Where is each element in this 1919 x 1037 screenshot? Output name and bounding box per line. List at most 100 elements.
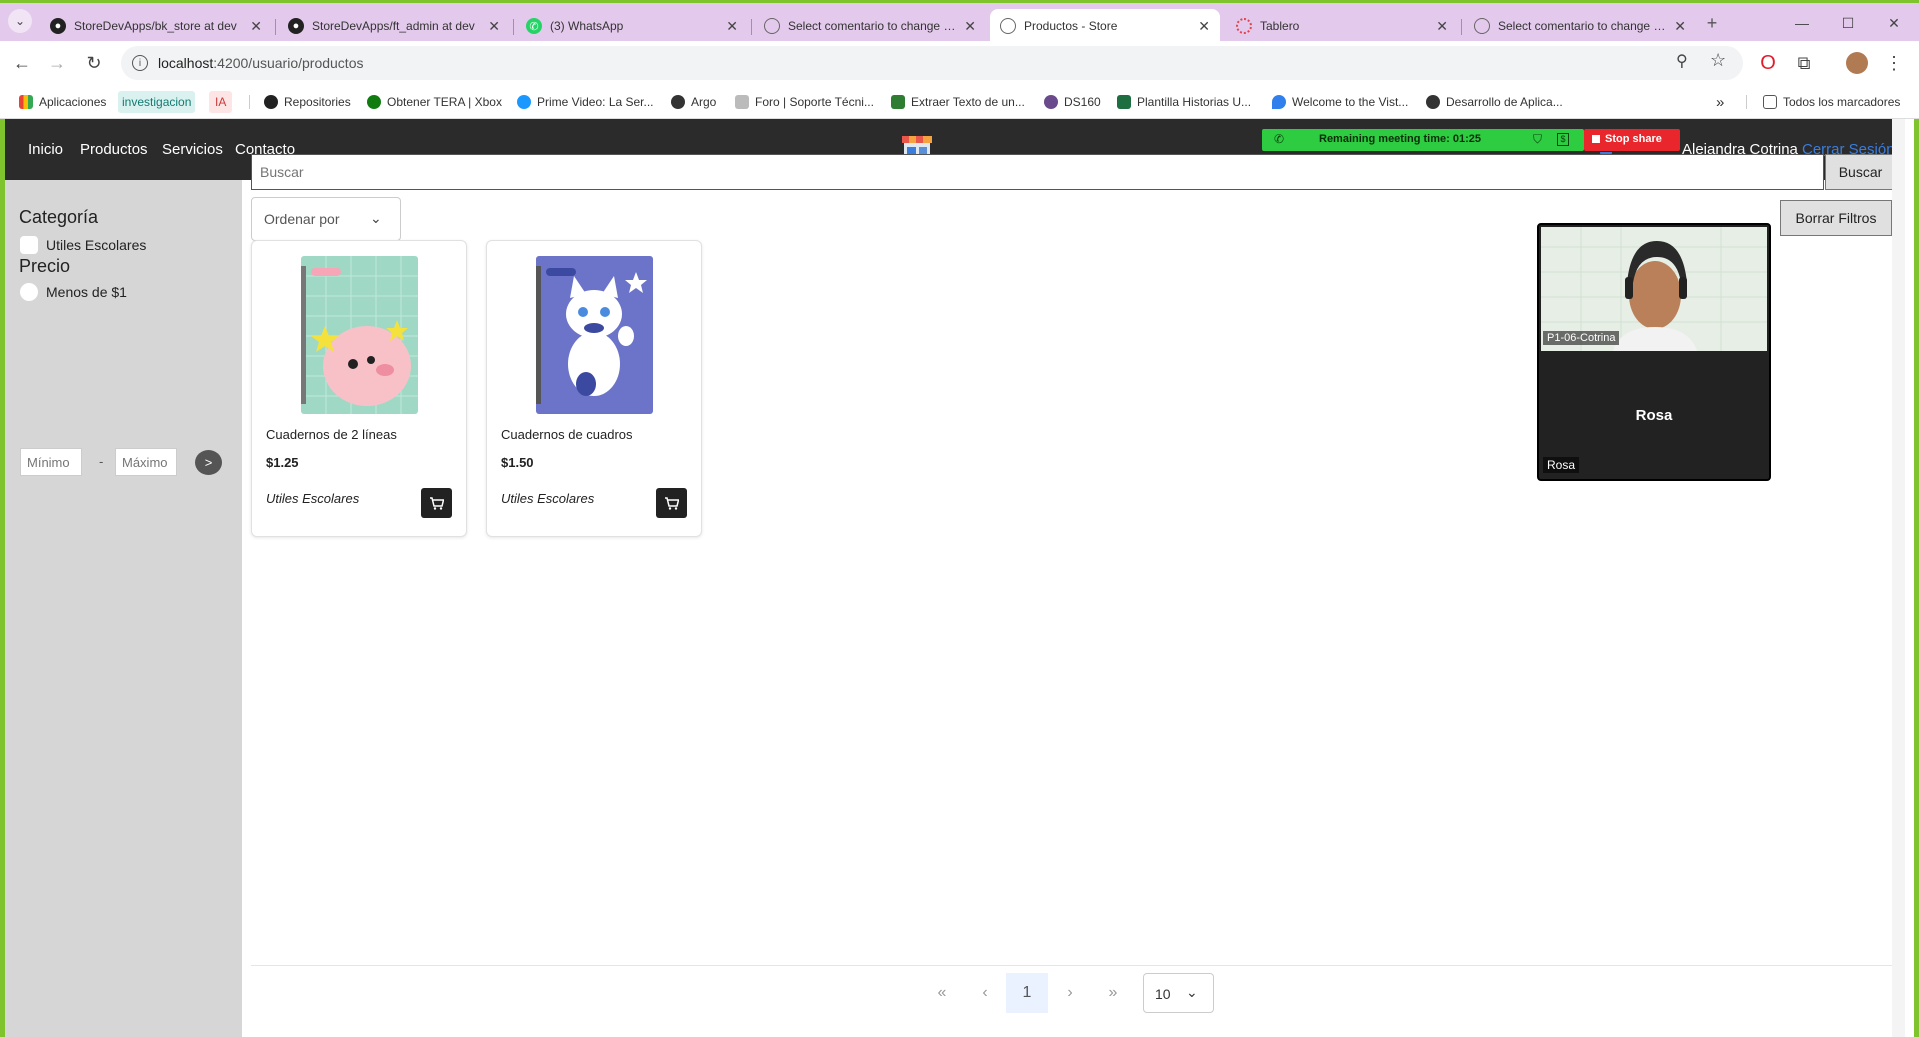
bookmark-repositories[interactable]: Repositories [264,91,351,113]
product-category: Utiles Escolares [266,491,360,506]
url-host: localhost [158,55,214,71]
bookmark-investigacion[interactable]: investigacion [118,91,196,113]
bookmark-star-icon[interactable]: ☆ [1710,50,1726,71]
first-page-button[interactable]: « [921,973,963,1013]
bookmark-ds160[interactable]: DS160 [1044,91,1101,113]
tab-title: Tablero [1260,19,1300,33]
tab-comentario-1[interactable]: Select comentario to change | D ✕ [754,9,986,43]
site-info-icon[interactable]: i [132,55,148,71]
price-radio[interactable] [20,283,38,301]
more-bookmarks-icon[interactable]: » [1716,91,1724,113]
bookmark-label: Obtener TERA | Xbox [387,95,502,109]
bookmark-extraer-texto[interactable]: Extraer Texto de un... [891,91,1025,113]
tab-whatsapp[interactable]: ✆ (3) WhatsApp ✕ [516,9,748,43]
product-card[interactable]: Cuadernos de cuadros $1.50 Utiles Escola… [486,240,702,537]
max-price-input[interactable] [115,448,177,476]
close-tab-icon[interactable]: ✕ [1436,18,1448,35]
tab-title: Select comentario to change | D [788,19,957,33]
scrollbar[interactable] [1892,119,1905,1037]
search-button[interactable]: Buscar [1825,154,1896,190]
prev-page-button[interactable]: ‹ [964,973,1006,1013]
nav-inicio[interactable]: Inicio [28,141,63,158]
tab-tablero[interactable]: Tablero ✕ [1226,9,1458,43]
extensions-icon[interactable]: ⧉ [1792,51,1816,75]
apply-price-button[interactable]: > [195,450,222,475]
bookmark-label: IA [215,95,227,109]
close-tab-icon[interactable]: ✕ [488,18,500,35]
browser-toolbar: ← → ↻ i localhost:4200/usuario/productos… [0,41,1919,85]
close-window-icon[interactable]: ✕ [1882,11,1906,35]
search-input[interactable] [251,154,1824,190]
back-icon[interactable]: ← [10,51,34,75]
bookmarks-bar: Aplicaciones investigacion IA Repositori… [0,85,1919,119]
opera-icon[interactable]: O [1756,51,1780,75]
product-name[interactable]: Cuadernos de cuadros [501,427,633,442]
close-tab-icon[interactable]: ✕ [250,18,262,35]
dollar-icon: $ [1557,133,1569,146]
bookmark-prime-video[interactable]: Prime Video: La Ser... [517,91,654,113]
profile-avatar[interactable] [1846,52,1868,74]
tab-bk-store[interactable]: ● StoreDevApps/bk_store at dev ✕ [40,9,272,43]
page-size-value: 10 [1155,986,1171,1002]
nav-productos[interactable]: Productos [80,141,148,158]
bookmark-label: Foro | Soporte Técni... [755,95,874,109]
bookmark-ia[interactable]: IA [209,91,233,113]
cart-icon [665,496,679,510]
add-to-cart-button[interactable] [656,488,687,518]
bookmark-foro[interactable]: Foro | Soporte Técni... [735,91,874,113]
tab-title: (3) WhatsApp [550,19,624,33]
bookmark-apps[interactable]: Aplicaciones [19,91,106,113]
current-page[interactable]: 1 [1006,973,1048,1013]
excel-icon [1117,95,1131,109]
stop-share-button[interactable]: Stop share [1584,129,1680,151]
product-card[interactable]: Cuadernos de 2 líneas $1.25 Utiles Escol… [251,240,467,537]
category-checkbox[interactable] [20,236,38,254]
menu-icon[interactable]: ⋮ [1882,51,1906,75]
reload-icon[interactable]: ↻ [82,51,106,75]
next-page-button[interactable]: › [1049,973,1091,1013]
chevron-down-icon: ⌄ [370,210,382,226]
maximize-icon[interactable]: ☐ [1836,11,1860,35]
bookmark-label: Welcome to the Vist... [1292,95,1409,109]
sort-select[interactable]: Ordenar por ⌄ [251,197,401,241]
product-name[interactable]: Cuadernos de 2 líneas [266,427,397,442]
nav-servicios[interactable]: Servicios [162,141,223,158]
shield-icon: ⛉ [1533,132,1543,146]
minimize-icon[interactable]: — [1790,11,1814,35]
category-option-label: Utiles Escolares [46,237,147,253]
zoom-icon[interactable]: ⚲ [1676,51,1688,71]
forward-icon[interactable]: → [45,51,69,75]
product-price: $1.25 [266,455,299,470]
tab-ft-admin[interactable]: ● StoreDevApps/ft_admin at dev ✕ [278,9,510,43]
close-tab-icon[interactable]: ✕ [964,18,976,35]
clear-filters-button[interactable]: Borrar Filtros [1780,200,1892,236]
tab-title: Select comentario to change | D [1498,19,1667,33]
bookmark-xbox[interactable]: Obtener TERA | Xbox [367,91,502,113]
bookmark-label: investigacion [122,95,192,109]
tab-search-icon[interactable]: ⌄ [8,9,32,33]
bookmark-desarrollo[interactable]: Desarrollo de Aplica... [1426,91,1563,113]
tab-comentario-2[interactable]: Select comentario to change | D ✕ [1464,9,1696,43]
url-text: localhost:4200/usuario/productos [158,55,363,71]
chevron-down-icon: ⌄ [1186,984,1198,1000]
participant-video: P1-06-Cotrina [1541,227,1767,351]
whatsapp-icon: ✆ [526,18,542,34]
last-page-button[interactable]: » [1092,973,1134,1013]
prime-video-icon [517,95,531,109]
bookmark-plantilla[interactable]: Plantilla Historias U... [1117,91,1251,113]
address-bar[interactable]: i localhost:4200/usuario/productos ⚲ ☆ [121,46,1743,80]
site-icon [1426,95,1440,109]
close-tab-icon[interactable]: ✕ [1674,18,1686,35]
close-tab-icon[interactable]: ✕ [1198,18,1210,35]
tab-productos-store[interactable]: Productos - Store ✕ [990,9,1220,43]
page-size-select[interactable]: 10 ⌄ [1143,973,1214,1013]
loading-icon [1236,18,1252,34]
bookmark-welcome[interactable]: Welcome to the Vist... [1272,91,1408,113]
new-tab-icon[interactable]: + [1700,11,1724,35]
all-bookmarks[interactable]: Todos los marcadores [1763,91,1900,113]
close-tab-icon[interactable]: ✕ [726,18,738,35]
min-price-input[interactable] [20,448,82,476]
bookmark-argo[interactable]: Argo [671,91,716,113]
add-to-cart-button[interactable] [421,488,452,518]
browser-tab-strip: ⌄ ● StoreDevApps/bk_store at dev ✕ ● Sto… [0,0,1919,43]
